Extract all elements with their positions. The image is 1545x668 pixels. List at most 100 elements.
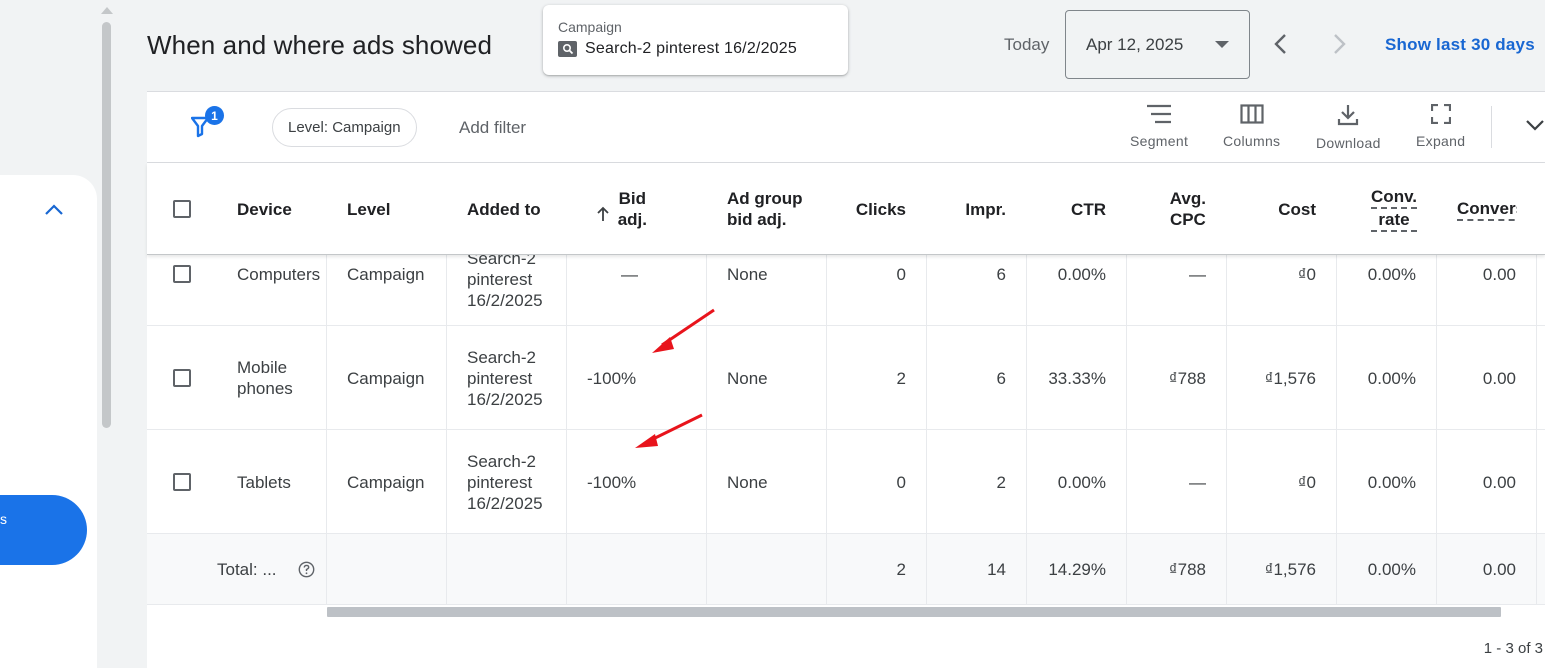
cell-cost: ₫1,576	[1264, 368, 1316, 388]
cell-avg-cpc: —	[1189, 264, 1206, 284]
column-header-impr[interactable]: Impr.	[927, 163, 1006, 255]
cell-added-to[interactable]: Search-2 pinterest 16/2/2025	[467, 326, 543, 430]
columns-button[interactable]: Columns	[1223, 104, 1280, 149]
cell-ctr: 33.33%	[1048, 368, 1106, 388]
column-header-conversions[interactable]: Convers	[1457, 163, 1517, 255]
date-range-value: Apr 12, 2025	[1086, 35, 1184, 54]
column-header-bid-adj[interactable]: Bid adj.	[567, 163, 647, 255]
cell-conversions: 0.00	[1482, 368, 1516, 388]
dropdown-caret-icon	[1215, 41, 1229, 48]
cell-ctr: 0.00%	[1057, 264, 1106, 284]
avg-cpc-header-line1: Avg.	[1169, 189, 1206, 208]
cell-level: Campaign	[347, 264, 425, 284]
cell-clicks: 0	[896, 472, 906, 492]
cell-device: Computers	[237, 264, 321, 284]
avg-cpc-header-line2: CPC	[1169, 210, 1206, 229]
column-header-ctr[interactable]: CTR	[1027, 163, 1106, 255]
chevron-down-icon[interactable]	[1525, 119, 1545, 131]
level-filter-chip[interactable]: Level: Campaign	[272, 108, 417, 147]
added-to-line2: pinterest	[467, 472, 533, 492]
column-header-added-to[interactable]: Added to	[467, 163, 541, 255]
collapse-section-button[interactable]	[40, 198, 68, 222]
bid-adj-header-line1: Bid	[618, 189, 647, 208]
segment-label: Segment	[1130, 133, 1189, 149]
cell-ctr: 0.00%	[1057, 472, 1106, 492]
conv-rate-header-line1: Conv.	[1371, 186, 1417, 209]
sort-ascending-icon	[597, 206, 609, 221]
row-checkbox[interactable]	[173, 430, 191, 534]
cell-device: Mobile phones	[237, 326, 293, 430]
cell-conv-rate: 0.00%	[1367, 472, 1416, 492]
cell-bid-adj[interactable]: —	[621, 255, 638, 293]
row-checkbox[interactable]	[173, 326, 191, 430]
campaign-selector[interactable]: Campaign Search-2 pinterest 16/2/2025	[543, 5, 848, 75]
column-header-cost[interactable]: Cost	[1227, 163, 1316, 255]
total-ctr: 14.29%	[1048, 560, 1106, 579]
date-range-select[interactable]: Apr 12, 2025	[1065, 10, 1250, 79]
column-header-avg-cpc[interactable]: Avg. CPC	[1127, 163, 1206, 255]
added-to-line1: Search-2	[467, 347, 536, 367]
help-icon[interactable]	[298, 534, 315, 605]
added-to-line1: Search-2	[467, 255, 536, 268]
cell-level: Campaign	[347, 368, 425, 388]
cell-added-to[interactable]: Search-2 pinterest 16/2/2025	[467, 255, 543, 316]
page-title: When and where ads showed	[147, 30, 493, 60]
columns-label: Columns	[1223, 133, 1281, 149]
filter-count-badge: 1	[205, 106, 224, 125]
previous-period-button[interactable]	[1269, 31, 1291, 57]
cell-conversions: 0.00	[1482, 472, 1516, 492]
added-to-line2: pinterest	[467, 270, 533, 289]
cell-clicks: 0	[896, 264, 906, 284]
table-header-row: Device Level Added to Bid adj. Ad group bi…	[147, 163, 1545, 255]
added-to-line3: 16/2/2025	[467, 389, 543, 409]
cell-ad-group-bid-adj: None	[727, 264, 768, 284]
scroll-up-arrow-icon[interactable]	[101, 7, 113, 14]
cell-impr: 2	[996, 472, 1006, 492]
toolbar-divider	[1491, 106, 1492, 148]
column-header-level[interactable]: Level	[347, 163, 390, 255]
expand-button[interactable]: Expand	[1416, 104, 1465, 149]
total-avg-cpc: ₫788	[1168, 560, 1206, 579]
total-conv-rate: 0.00%	[1367, 560, 1416, 579]
total-clicks: 2	[896, 560, 906, 579]
cell-impr: 6	[996, 264, 1006, 284]
chevron-right-icon	[1334, 34, 1346, 54]
download-label: Download	[1316, 135, 1381, 151]
sidebar-active-item[interactable]: s	[0, 495, 87, 565]
device-line2: phones	[237, 379, 293, 398]
total-label: Total: ...	[217, 560, 277, 579]
cell-impr: 6	[996, 368, 1006, 388]
add-filter-button[interactable]: Add filter	[459, 118, 526, 138]
cell-added-to[interactable]: Search-2 pinterest 16/2/2025	[467, 430, 543, 534]
added-to-line2: pinterest	[467, 368, 533, 388]
segment-button[interactable]: Segment	[1130, 104, 1188, 149]
download-icon	[1338, 105, 1359, 126]
ad-group-bid-header-line2: bid adj.	[727, 210, 787, 229]
download-button[interactable]: Download	[1316, 104, 1381, 151]
device-line1: Mobile	[237, 358, 288, 377]
sidebar-active-item-label: s	[0, 511, 7, 527]
column-header-device[interactable]: Device	[237, 163, 292, 255]
added-to-line3: 16/2/2025	[467, 291, 543, 310]
sidebar-scrollbar-thumb[interactable]	[102, 22, 111, 428]
column-header-clicks[interactable]: Clicks	[827, 163, 906, 255]
table-horizontal-scrollbar[interactable]	[327, 607, 1501, 617]
cell-device: Tablets	[237, 472, 291, 492]
show-last-30-days-link[interactable]: Show last 30 days	[1385, 35, 1535, 55]
pagination-label: 1 - 3 of 3	[1483, 640, 1543, 657]
total-cost: ₫1,576	[1264, 560, 1316, 579]
row-checkbox[interactable]	[173, 255, 191, 293]
expand-label: Expand	[1416, 133, 1466, 149]
added-to-line3: 16/2/2025	[467, 493, 543, 513]
left-nav-card	[0, 175, 97, 668]
segment-icon	[1147, 104, 1172, 124]
total-conversions: 0.00	[1482, 560, 1516, 579]
column-header-conv-rate[interactable]: Conv. rate	[1337, 163, 1417, 255]
added-to-line1: Search-2	[467, 451, 536, 471]
cell-avg-cpc: ₫788	[1168, 368, 1206, 388]
column-header-ad-group-bid-adj[interactable]: Ad group bid adj.	[727, 163, 803, 255]
cell-clicks: 2	[896, 368, 906, 388]
next-period-button[interactable]	[1329, 31, 1351, 57]
select-all-checkbox[interactable]	[173, 163, 191, 255]
main-panel: 1 Level: Campaign Add filter Segment Col…	[147, 91, 1545, 668]
